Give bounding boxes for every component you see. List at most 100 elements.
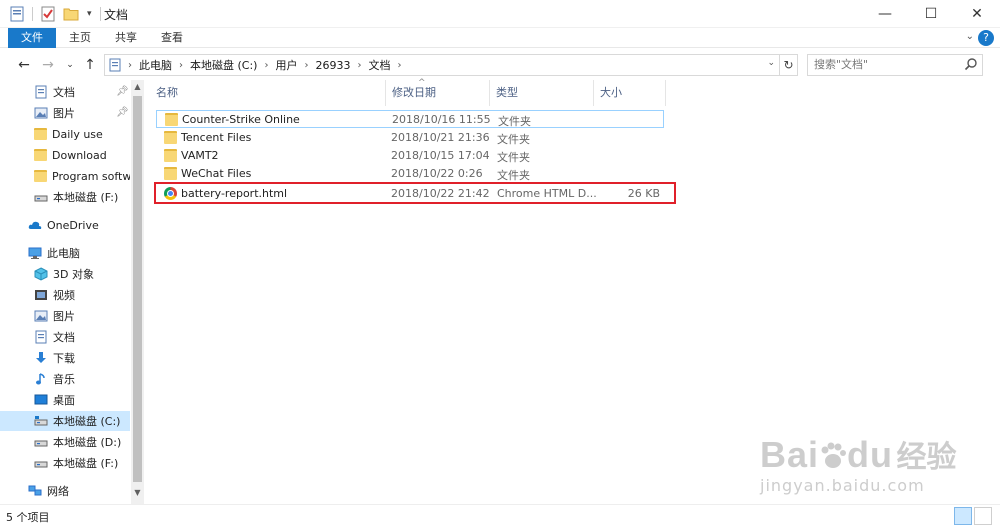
tab-view[interactable]: 查看 [152,28,192,48]
sidebar-item-documents-pinned[interactable]: 文档 [0,82,130,102]
watermark-brand-cn: 经验 [896,440,957,475]
column-header-date[interactable]: 修改日期 [386,80,490,106]
sidebar-item-drive-f-pinned[interactable]: 本地磁盘 (F:) [0,187,130,207]
sidebar-item-drive-f[interactable]: 本地磁盘 (F:) [0,453,130,473]
details-view-icon[interactable] [954,507,972,525]
file-type: 文件夹 [498,115,531,128]
music-icon [36,373,45,385]
sidebar-item-label: 本地磁盘 (F:) [53,457,119,470]
quick-access-toolbar: ▾ [10,4,101,24]
sidebar-item-drive-d[interactable]: 本地磁盘 (D:) [0,432,130,452]
column-header-name[interactable]: 名称 [150,80,386,106]
back-button[interactable]: ← [14,55,34,75]
sidebar-item-network[interactable]: 网络 [0,481,130,501]
sidebar-item-label: 文档 [53,86,75,99]
sidebar-item-label: 本地磁盘 (C:) [53,415,121,428]
sidebar-item-label: 此电脑 [47,247,80,260]
table-row[interactable]: Tencent Files 2018/10/21 21:36 文件夹 [156,129,664,147]
breadcrumb-separator[interactable]: › [128,60,132,71]
sidebar-item-label: 下载 [53,352,75,365]
file-date: 2018/10/16 11:55 [392,113,491,126]
sidebar-item-label: 桌面 [53,394,75,407]
navigation-bar: ← → ⌄ ↑ › 此电脑 › 本地磁盘 (C:) › 用户 › 26933 ›… [0,52,1000,78]
watermark-brand-suffix: du [847,434,894,475]
table-row[interactable]: Counter-Strike Online 2018/10/16 11:55 文… [156,110,664,128]
expand-ribbon-icon[interactable]: ⌄ [966,31,974,42]
sidebar-item-downloads[interactable]: 下载 [0,348,130,368]
sidebar-item-label: 网络 [47,485,69,498]
tab-home[interactable]: 主页 [60,28,100,48]
breadcrumb-users[interactable]: 用户 [275,57,297,73]
sidebar-item-label: 图片 [53,107,75,120]
scroll-down-icon[interactable]: ▼ [131,488,144,502]
folder-icon [34,149,47,161]
sidebar-item-desktop[interactable]: 桌面 [0,390,130,410]
folder-icon [164,149,177,162]
tab-share[interactable]: 共享 [106,28,146,48]
sidebar-item-3d-objects[interactable]: 3D 对象 [0,264,130,284]
breadcrumb-separator[interactable]: › [357,60,361,71]
toolbar-separator [99,7,101,21]
sidebar-item-music[interactable]: 音乐 [0,369,130,389]
help-icon[interactable]: ? [978,30,994,46]
sidebar-item-label: 图片 [53,310,75,323]
column-header-size[interactable]: 大小 [594,80,666,106]
navigation-pane: 文档 📌︎ 图片 📌︎ Daily use Download Program s… [0,80,144,504]
address-bar[interactable]: › 此电脑 › 本地磁盘 (C:) › 用户 › 26933 › 文档 › ⌄ [104,54,780,76]
breadcrumb-documents[interactable]: 文档 [368,57,390,73]
file-name: battery-report.html [181,187,288,200]
breadcrumb-drive-c[interactable]: 本地磁盘 (C:) [190,57,257,73]
column-header-type[interactable]: 类型 [490,80,594,106]
large-icons-view-icon[interactable] [974,507,992,525]
sidebar-item-documents[interactable]: 文档 [0,327,130,347]
sidebar-item-label: 音乐 [53,373,75,386]
ribbon-tabs: 文件 主页 共享 查看 ⌄ ? [0,28,1000,48]
breadcrumb-separator[interactable]: › [179,60,183,71]
file-type: 文件夹 [497,133,530,146]
breadcrumb-separator[interactable]: › [264,60,268,71]
table-row[interactable]: WeChat Files 2018/10/22 0:26 文件夹 [156,165,664,183]
breadcrumb-separator[interactable]: › [304,60,308,71]
customize-qat-icon[interactable]: ▾ [87,9,92,19]
pin-icon[interactable]: 📌︎ [116,86,129,97]
new-folder-icon[interactable] [63,7,79,21]
sidebar-item-videos[interactable]: 视频 [0,285,130,305]
breadcrumb-this-pc[interactable]: 此电脑 [139,57,172,73]
sidebar-item-program-software[interactable]: Program softw [0,166,130,186]
sidebar-item-pictures-pinned[interactable]: 图片 [0,103,130,123]
search-input[interactable]: 搜索"文档" [807,54,983,76]
sidebar-item-this-pc[interactable]: 此电脑 [0,243,130,263]
scrollbar-thumb[interactable] [133,96,142,482]
sidebar-item-download[interactable]: Download [0,145,130,165]
watermark-url: jingyan.baidu.com [760,476,925,495]
search-icon[interactable] [964,57,978,71]
pin-icon[interactable]: 📌︎ [116,107,129,118]
drive-icon [34,440,48,447]
sidebar-item-daily-use[interactable]: Daily use [0,124,130,144]
breadcrumb-user-folder[interactable]: 26933 [315,59,350,72]
refresh-button[interactable]: ↻ [780,54,798,76]
close-button[interactable]: ✕ [954,0,1000,28]
maximize-button[interactable]: ☐ [908,0,954,28]
sidebar-item-drive-c[interactable]: 本地磁盘 (C:) [0,411,130,431]
address-history-icon[interactable]: ⌄ [767,58,775,68]
sidebar-item-onedrive[interactable]: OneDrive [0,215,130,235]
table-row-highlighted[interactable]: battery-report.html 2018/10/22 21:42 Chr… [154,182,676,204]
file-date: 2018/10/21 21:36 [391,131,490,144]
minimize-button[interactable]: — [862,0,908,28]
checklist-icon[interactable] [41,6,55,22]
file-date: 2018/10/22 21:42 [391,187,490,200]
sidebar-item-pictures[interactable]: 图片 [0,306,130,326]
sidebar-scrollbar[interactable]: ▲ ▼ [131,80,144,504]
sidebar-item-label: 本地磁盘 (F:) [53,191,119,204]
forward-button[interactable]: → [38,55,58,75]
tab-file[interactable]: 文件 [8,28,56,48]
recent-locations-icon[interactable]: ⌄ [60,55,80,75]
videos-icon [35,290,47,300]
file-date: 2018/10/15 17:04 [391,149,490,162]
properties-icon[interactable] [10,6,24,22]
table-row[interactable]: VAMT2 2018/10/15 17:04 文件夹 [156,147,664,165]
breadcrumb-separator[interactable]: › [397,60,401,71]
scroll-up-icon[interactable]: ▲ [131,82,144,96]
up-button[interactable]: ↑ [80,55,100,75]
